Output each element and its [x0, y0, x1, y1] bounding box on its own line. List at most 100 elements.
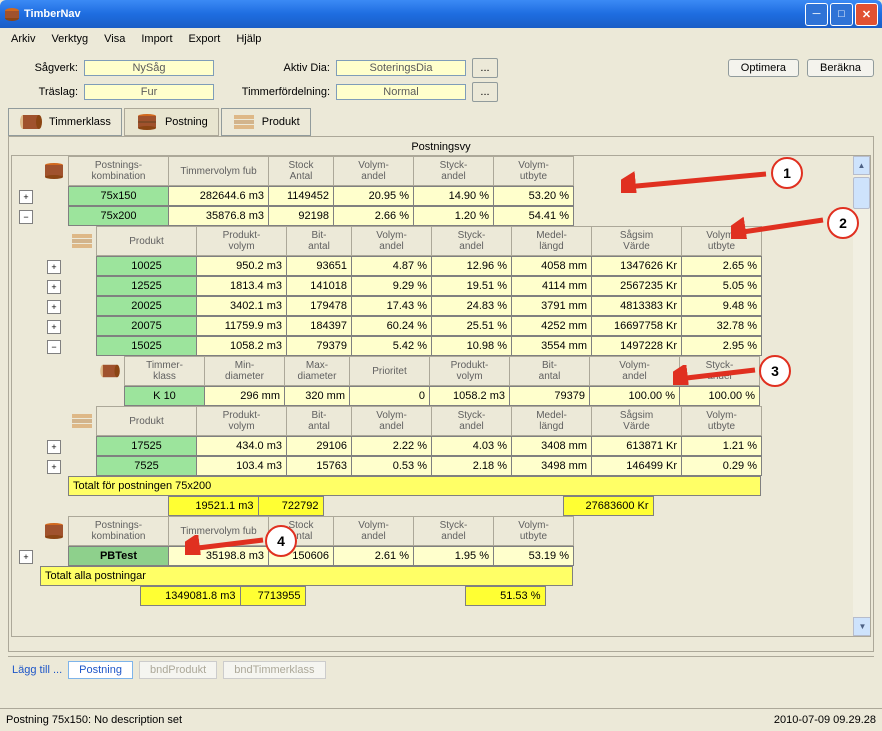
expand-button[interactable]: + — [47, 440, 61, 454]
produkt-name[interactable]: 17525 — [97, 437, 197, 456]
cell: 3498 mm — [512, 457, 592, 476]
cell: 79379 — [510, 387, 590, 406]
collapse-button[interactable]: − — [19, 210, 33, 224]
menu-export[interactable]: Export — [182, 31, 228, 47]
status-left: Postning 75x150: No description set — [6, 714, 182, 726]
minimize-button[interactable]: ─ — [805, 3, 828, 26]
postning-name[interactable]: 75x200 — [69, 207, 169, 226]
expand-button[interactable]: + — [47, 460, 61, 474]
cell: 24.83 % — [432, 297, 512, 316]
expand-button[interactable]: + — [19, 190, 33, 204]
cell: 51.53 % — [465, 587, 545, 606]
cell: 1.95 % — [414, 547, 494, 566]
cell: 146499 Kr — [592, 457, 682, 476]
sagverk-label: Sågverk: — [8, 62, 78, 74]
postning-name[interactable]: 75x150 — [69, 187, 169, 206]
cell: 722792 — [258, 497, 323, 516]
hdr-styckandel: Styck-andel — [414, 517, 494, 546]
cell: 4114 mm — [512, 277, 592, 296]
bottom-tab-bndprodukt[interactable]: bndProdukt — [139, 661, 217, 679]
cell: 141018 — [287, 277, 352, 296]
expand-button[interactable]: − — [47, 340, 61, 354]
expand-button[interactable]: + — [47, 300, 61, 314]
produkt-name[interactable]: 10025 — [97, 257, 197, 276]
hdr-produkt: Produkt — [97, 407, 197, 436]
cell: 179478 — [287, 297, 352, 316]
hdr-volymutbyte: Volym-utbyte — [494, 517, 574, 546]
menu-visa[interactable]: Visa — [97, 31, 132, 47]
produkt-name[interactable]: 20075 — [97, 317, 197, 336]
cell: 19521.1 m3 — [168, 497, 258, 516]
cell: 100.00 % — [680, 387, 760, 406]
cell: 15763 — [287, 457, 352, 476]
cell: 54.41 % — [494, 207, 574, 226]
cell: 3791 mm — [512, 297, 592, 316]
expand-button[interactable]: + — [19, 550, 33, 564]
tab-timmerklass[interactable]: Timmerklass — [8, 108, 122, 136]
aktivdia-label: Aktiv Dia: — [220, 62, 330, 74]
log-icon — [98, 363, 122, 379]
callout-3: 3 — [759, 355, 791, 387]
sagverk-field[interactable]: NySåg — [84, 60, 214, 76]
hdr-volymandel: Volym-andel — [334, 157, 414, 186]
cell: 16697758 Kr — [592, 317, 682, 336]
cell: 1813.4 m3 — [197, 277, 287, 296]
cell: 1058.2 m3 — [430, 387, 510, 406]
menu-import[interactable]: Import — [134, 31, 179, 47]
hdr-produktvolym: Produkt-volym — [197, 407, 287, 436]
hdr-produkt: Produkt — [97, 227, 197, 256]
cell: 27683600 Kr — [563, 497, 653, 516]
hdr-stockantal: StockAntal — [269, 157, 334, 186]
menu-hjalp[interactable]: Hjälp — [229, 31, 268, 47]
timmerf-browse-button[interactable]: ... — [472, 82, 498, 102]
hdr-va: Volym-andel — [352, 407, 432, 436]
scroll-up-button[interactable]: ▲ — [853, 156, 870, 175]
tab-postning-label: Postning — [165, 116, 208, 128]
maximize-button[interactable]: □ — [830, 3, 853, 26]
hdr-postnings: Postnings-kombination — [69, 517, 169, 546]
bottom-tab-postning[interactable]: Postning — [68, 661, 133, 679]
produkt-name[interactable]: 12525 — [97, 277, 197, 296]
hdr-prio: Prioritet — [350, 357, 430, 386]
cell: 79379 — [287, 337, 352, 356]
menu-verktyg[interactable]: Verktyg — [44, 31, 95, 47]
laggtill-label: Lägg till ... — [12, 664, 62, 676]
postning-name[interactable]: PBTest — [69, 547, 169, 566]
traslag-field[interactable]: Fur — [84, 84, 214, 100]
optimera-button[interactable]: Optimera — [728, 59, 799, 77]
timmerf-label: Timmerfördelning: — [220, 86, 330, 98]
hdr-bitantal: Bit-antal — [287, 227, 352, 256]
aktivdia-field[interactable]: SoteringsDia — [336, 60, 466, 76]
cell: 9.48 % — [682, 297, 762, 316]
expand-button[interactable]: + — [47, 260, 61, 274]
hdr-sa: Styck-andel — [432, 227, 512, 256]
panel-title: Postningsvy — [11, 139, 871, 155]
menu-arkiv[interactable]: Arkiv — [4, 31, 42, 47]
tab-postning[interactable]: Postning — [124, 108, 219, 136]
cell: 1349081.8 m3 — [140, 587, 240, 606]
cell: 20.95 % — [334, 187, 414, 206]
produkt-name[interactable]: 20025 — [97, 297, 197, 316]
hdr-max: Max-diameter — [285, 357, 350, 386]
bottom-tab-bndtimmer[interactable]: bndTimmerklass — [223, 661, 325, 679]
scroll-down-button[interactable]: ▼ — [853, 617, 871, 636]
cell: 19.51 % — [432, 277, 512, 296]
berakna-button[interactable]: Beräkna — [807, 59, 874, 77]
tk-name[interactable]: K 10 — [125, 387, 205, 406]
hdr-produktvolym: Produkt-volym — [197, 227, 287, 256]
barrel-icon — [42, 521, 66, 541]
scroll-thumb[interactable] — [853, 177, 870, 209]
cell: 0.29 % — [682, 457, 762, 476]
close-button[interactable]: ✕ — [855, 3, 878, 26]
cell: 2.18 % — [432, 457, 512, 476]
cell: 320 mm — [285, 387, 350, 406]
tab-produkt[interactable]: Produkt — [221, 108, 311, 136]
expand-button[interactable]: + — [47, 320, 61, 334]
timmerf-field[interactable]: Normal — [336, 84, 466, 100]
produkt-name[interactable]: 15025 — [97, 337, 197, 356]
expand-button[interactable]: + — [47, 280, 61, 294]
cell: 4058 mm — [512, 257, 592, 276]
aktivdia-browse-button[interactable]: ... — [472, 58, 498, 78]
produkt-name[interactable]: 7525 — [97, 457, 197, 476]
cell: 3554 mm — [512, 337, 592, 356]
